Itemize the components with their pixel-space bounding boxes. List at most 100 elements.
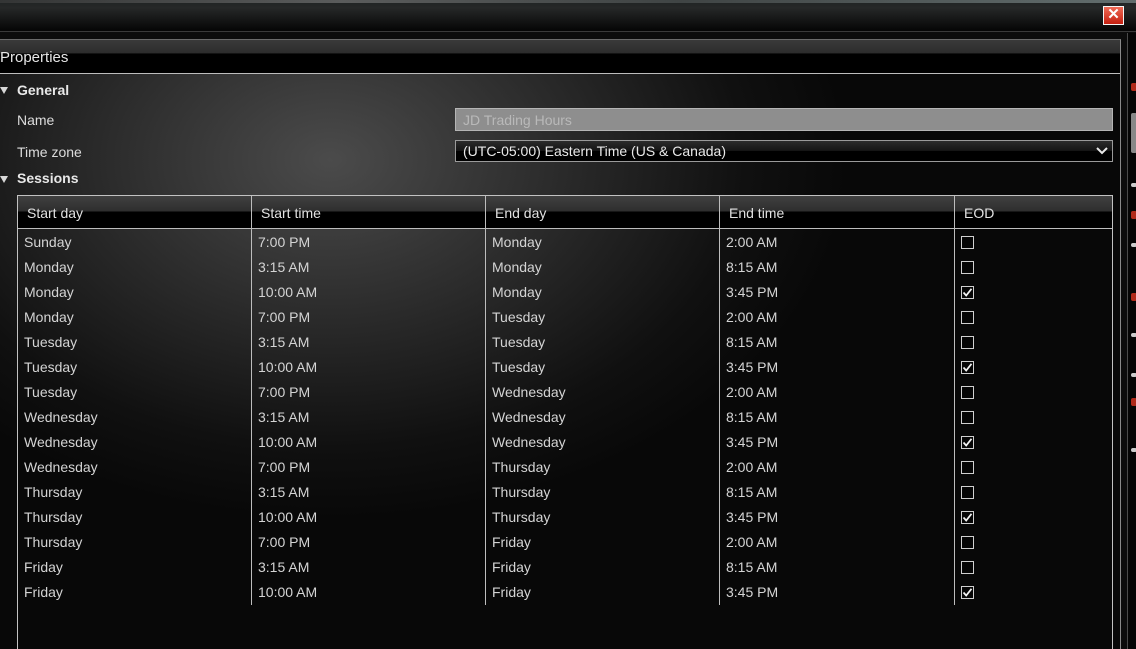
eod-checkbox[interactable] xyxy=(961,236,974,249)
table-row[interactable]: Tuesday 7:00 PM Wednesday 2:00 AM xyxy=(18,380,1112,405)
table-row[interactable]: Monday 10:00 AM Monday 3:45 PM xyxy=(18,280,1112,305)
cell-end-day[interactable]: Thursday xyxy=(486,455,719,480)
eod-checkbox[interactable] xyxy=(961,486,974,499)
cell-start-time[interactable]: 10:00 AM xyxy=(252,505,485,530)
eod-checkbox[interactable] xyxy=(961,286,974,299)
eod-checkbox[interactable] xyxy=(961,336,974,349)
cell-start-time[interactable]: 10:00 AM xyxy=(252,580,485,605)
eod-checkbox[interactable] xyxy=(961,311,974,324)
cell-end-day[interactable]: Wednesday xyxy=(486,405,719,430)
table-row[interactable]: Monday 7:00 PM Tuesday 2:00 AM xyxy=(18,305,1112,330)
cell-end-time[interactable]: 2:00 AM xyxy=(720,230,954,255)
cell-end-day[interactable]: Thursday xyxy=(486,505,719,530)
cell-end-day[interactable]: Wednesday xyxy=(486,430,719,455)
cell-end-day[interactable]: Thursday xyxy=(486,480,719,505)
eod-checkbox[interactable] xyxy=(961,461,974,474)
cell-end-time[interactable]: 2:00 AM xyxy=(720,380,954,405)
cell-end-time[interactable]: 2:00 AM xyxy=(720,530,954,555)
table-row[interactable]: Friday 10:00 AM Friday 3:45 PM xyxy=(18,580,1112,605)
column-header-end-time[interactable]: End time xyxy=(720,196,955,228)
cell-start-day[interactable]: Tuesday xyxy=(18,330,251,355)
timezone-select[interactable]: (UTC-05:00) Eastern Time (US & Canada) xyxy=(455,140,1113,162)
eod-checkbox[interactable] xyxy=(961,411,974,424)
cell-start-time[interactable]: 3:15 AM xyxy=(252,255,485,280)
cell-end-time[interactable]: 8:15 AM xyxy=(720,255,954,280)
cell-start-time[interactable]: 10:00 AM xyxy=(252,430,485,455)
cell-start-time[interactable]: 3:15 AM xyxy=(252,405,485,430)
eod-checkbox[interactable] xyxy=(961,536,974,549)
eod-checkbox[interactable] xyxy=(961,386,974,399)
column-header-end-day[interactable]: End day xyxy=(486,196,720,228)
cell-start-day[interactable]: Thursday xyxy=(18,505,251,530)
cell-start-day[interactable]: Tuesday xyxy=(18,380,251,405)
cell-end-time[interactable]: 2:00 AM xyxy=(720,455,954,480)
cell-end-time[interactable]: 8:15 AM xyxy=(720,555,954,580)
cell-start-day[interactable]: Wednesday xyxy=(18,455,251,480)
cell-start-time[interactable]: 7:00 PM xyxy=(252,305,485,330)
table-row[interactable]: Sunday 7:00 PM Monday 2:00 AM xyxy=(18,230,1112,255)
table-row[interactable]: Thursday 3:15 AM Thursday 8:15 AM xyxy=(18,480,1112,505)
cell-end-day[interactable]: Friday xyxy=(486,580,719,605)
cell-end-day[interactable]: Wednesday xyxy=(486,380,719,405)
cell-end-time[interactable]: 3:45 PM xyxy=(720,580,954,605)
table-row[interactable]: Wednesday 10:00 AM Wednesday 3:45 PM xyxy=(18,430,1112,455)
table-row[interactable]: Tuesday 10:00 AM Tuesday 3:45 PM xyxy=(18,355,1112,380)
cell-end-time[interactable]: 8:15 AM xyxy=(720,405,954,430)
cell-start-day[interactable]: Monday xyxy=(18,305,251,330)
cell-end-day[interactable]: Monday xyxy=(486,230,719,255)
cell-start-day[interactable]: Wednesday xyxy=(18,430,251,455)
cell-end-day[interactable]: Monday xyxy=(486,280,719,305)
cell-start-time[interactable]: 7:00 PM xyxy=(252,455,485,480)
cell-start-time[interactable]: 3:15 AM xyxy=(252,480,485,505)
eod-checkbox[interactable] xyxy=(961,511,974,524)
cell-start-day[interactable]: Friday xyxy=(18,555,251,580)
eod-checkbox[interactable] xyxy=(961,561,974,574)
cell-start-day[interactable]: Tuesday xyxy=(18,355,251,380)
cell-start-time[interactable]: 3:15 AM xyxy=(252,555,485,580)
eod-checkbox[interactable] xyxy=(961,261,974,274)
column-header-eod[interactable]: EOD xyxy=(955,196,1112,228)
cell-start-time[interactable]: 10:00 AM xyxy=(252,355,485,380)
cell-end-time[interactable]: 8:15 AM xyxy=(720,480,954,505)
cell-start-day[interactable]: Monday xyxy=(18,255,251,280)
cell-start-day[interactable]: Friday xyxy=(18,580,251,605)
eod-checkbox[interactable] xyxy=(961,436,974,449)
table-row[interactable]: Thursday 10:00 AM Thursday 3:45 PM xyxy=(18,505,1112,530)
cell-start-time[interactable]: 7:00 PM xyxy=(252,530,485,555)
eod-checkbox[interactable] xyxy=(961,361,974,374)
close-button[interactable]: ✕ xyxy=(1103,6,1124,25)
cell-end-time[interactable]: 3:45 PM xyxy=(720,430,954,455)
cell-start-day[interactable]: Wednesday xyxy=(18,405,251,430)
cell-start-day[interactable]: Thursday xyxy=(18,530,251,555)
cell-start-time[interactable]: 10:00 AM xyxy=(252,280,485,305)
cell-end-time[interactable]: 3:45 PM xyxy=(720,505,954,530)
column-header-start-time[interactable]: Start time xyxy=(252,196,486,228)
cell-start-day[interactable]: Sunday xyxy=(18,230,251,255)
eod-checkbox[interactable] xyxy=(961,586,974,599)
table-row[interactable]: Tuesday 3:15 AM Tuesday 8:15 AM xyxy=(18,330,1112,355)
cell-end-time[interactable]: 8:15 AM xyxy=(720,330,954,355)
table-row[interactable]: Thursday 7:00 PM Friday 2:00 AM xyxy=(18,530,1112,555)
cell-end-day[interactable]: Tuesday xyxy=(486,355,719,380)
cell-end-day[interactable]: Monday xyxy=(486,255,719,280)
cell-end-time[interactable]: 3:45 PM xyxy=(720,280,954,305)
cell-end-time[interactable]: 2:00 AM xyxy=(720,305,954,330)
cell-start-time[interactable]: 7:00 PM xyxy=(252,380,485,405)
cell-end-day[interactable]: Friday xyxy=(486,555,719,580)
collapse-triangle-icon[interactable] xyxy=(0,87,8,94)
column-header-start-day[interactable]: Start day xyxy=(18,196,252,228)
section-sessions-title[interactable]: Sessions xyxy=(17,170,78,186)
table-row[interactable]: Friday 3:15 AM Friday 8:15 AM xyxy=(18,555,1112,580)
cell-end-time[interactable]: 3:45 PM xyxy=(720,355,954,380)
table-row[interactable]: Wednesday 7:00 PM Thursday 2:00 AM xyxy=(18,455,1112,480)
table-row[interactable]: Wednesday 3:15 AM Wednesday 8:15 AM xyxy=(18,405,1112,430)
cell-end-day[interactable]: Friday xyxy=(486,530,719,555)
section-general-title[interactable]: General xyxy=(17,82,69,98)
cell-end-day[interactable]: Tuesday xyxy=(486,330,719,355)
table-row[interactable]: Monday 3:15 AM Monday 8:15 AM xyxy=(18,255,1112,280)
collapse-triangle-icon[interactable] xyxy=(0,176,8,183)
cell-start-day[interactable]: Thursday xyxy=(18,480,251,505)
cell-end-day[interactable]: Tuesday xyxy=(486,305,719,330)
cell-start-time[interactable]: 7:00 PM xyxy=(252,230,485,255)
cell-start-day[interactable]: Monday xyxy=(18,280,251,305)
